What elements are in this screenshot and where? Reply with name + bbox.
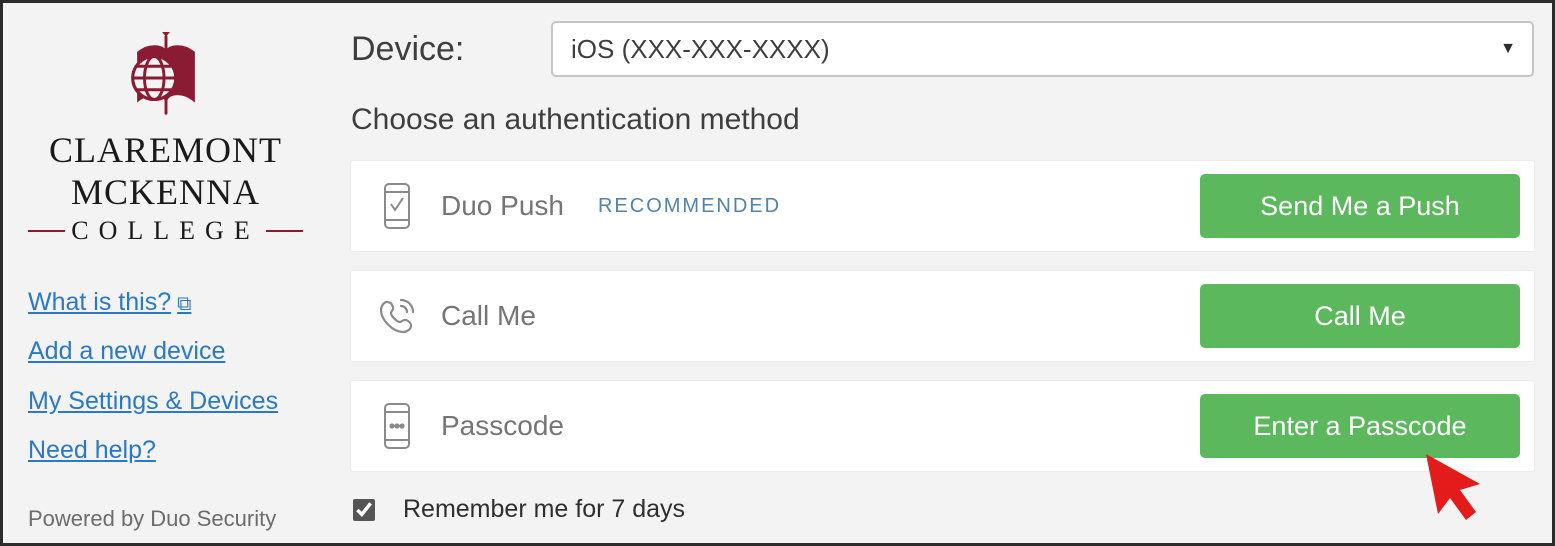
method-row-passcode: Passcode Enter a Passcode <box>351 381 1534 471</box>
duo-auth-frame: CLAREMONT MCKENNA COLLEGE What is this?⧉… <box>3 3 1552 543</box>
need-help-link[interactable]: Need help? <box>28 432 156 470</box>
call-me-button[interactable]: Call Me <box>1200 284 1520 348</box>
external-link-icon: ⧉ <box>177 293 191 315</box>
brand-line2: MCKENNA <box>71 174 260 212</box>
what-is-this-link[interactable]: What is this?⧉ <box>28 284 191 322</box>
phone-check-icon <box>375 182 419 230</box>
passcode-label: Passcode <box>441 410 564 442</box>
sidebar: CLAREMONT MCKENNA COLLEGE What is this?⧉… <box>3 3 323 543</box>
org-logo: CLAREMONT MCKENNA COLLEGE <box>28 31 303 246</box>
add-device-link[interactable]: Add a new device <box>28 333 225 371</box>
call-label: Call Me <box>441 300 536 332</box>
device-label: Device: <box>351 30 551 69</box>
method-row-push: Duo Push RECOMMENDED Send Me a Push <box>351 161 1534 251</box>
choose-method-heading: Choose an authentication method <box>351 103 1534 137</box>
brand-line1: CLAREMONT <box>49 132 282 170</box>
remember-row: Remember me for 7 days <box>351 495 1534 524</box>
enter-passcode-button[interactable]: Enter a Passcode <box>1200 394 1520 458</box>
method-row-call: Call Me Call Me <box>351 271 1534 361</box>
brand-sub: COLLEGE <box>28 216 303 246</box>
phone-ring-icon <box>375 296 419 336</box>
my-settings-link[interactable]: My Settings & Devices <box>28 383 278 421</box>
phone-passcode-icon <box>375 402 419 450</box>
help-links: What is this?⧉ Add a new device My Setti… <box>28 278 303 476</box>
push-label: Duo Push <box>441 190 564 222</box>
remember-checkbox[interactable] <box>353 499 375 521</box>
recommended-badge: RECOMMENDED <box>598 195 781 218</box>
remember-label[interactable]: Remember me for 7 days <box>403 495 685 524</box>
send-push-button[interactable]: Send Me a Push <box>1200 174 1520 238</box>
device-select[interactable]: iOS (XXX-XXX-XXXX) <box>551 21 1534 77</box>
powered-by-text: Powered by Duo Security <box>28 506 303 532</box>
device-row: Device: iOS (XXX-XXX-XXXX) ▼ <box>351 21 1534 77</box>
main-panel: Device: iOS (XXX-XXX-XXXX) ▼ Choose an a… <box>323 3 1552 543</box>
book-globe-icon <box>117 31 215 128</box>
